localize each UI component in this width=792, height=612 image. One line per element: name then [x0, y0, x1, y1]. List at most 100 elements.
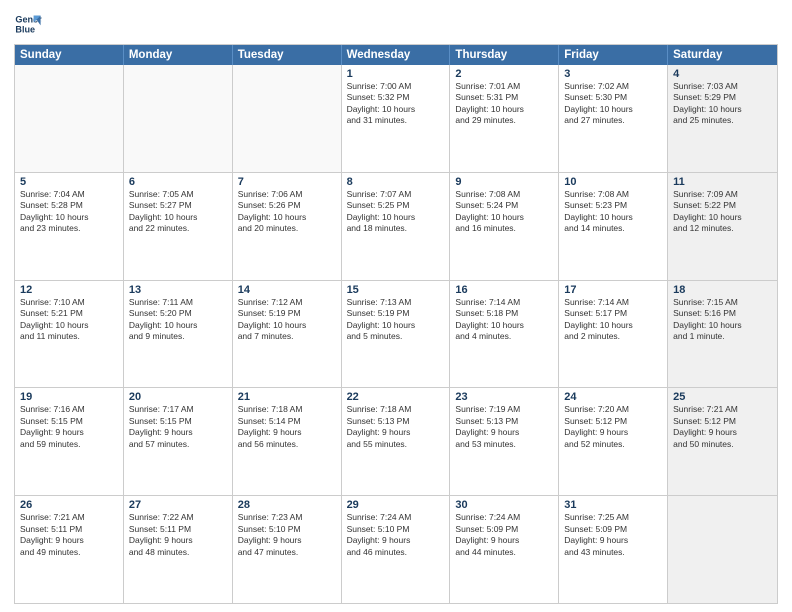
- day-cell-12: 12Sunrise: 7:10 AM Sunset: 5:21 PM Dayli…: [15, 281, 124, 388]
- day-cell-18: 18Sunrise: 7:15 AM Sunset: 5:16 PM Dayli…: [668, 281, 777, 388]
- day-number: 30: [455, 499, 553, 511]
- day-number: 5: [20, 176, 118, 188]
- day-header-friday: Friday: [559, 45, 668, 65]
- day-number: 29: [347, 499, 445, 511]
- svg-text:Blue: Blue: [15, 24, 35, 34]
- day-cell-14: 14Sunrise: 7:12 AM Sunset: 5:19 PM Dayli…: [233, 281, 342, 388]
- logo-icon: General Blue: [14, 10, 42, 38]
- day-info: Sunrise: 7:07 AM Sunset: 5:25 PM Dayligh…: [347, 189, 445, 235]
- calendar-row-3: 12Sunrise: 7:10 AM Sunset: 5:21 PM Dayli…: [15, 280, 777, 388]
- day-cell-15: 15Sunrise: 7:13 AM Sunset: 5:19 PM Dayli…: [342, 281, 451, 388]
- calendar: SundayMondayTuesdayWednesdayThursdayFrid…: [14, 44, 778, 604]
- day-info: Sunrise: 7:17 AM Sunset: 5:15 PM Dayligh…: [129, 404, 227, 450]
- day-info: Sunrise: 7:16 AM Sunset: 5:15 PM Dayligh…: [20, 404, 118, 450]
- day-cell-20: 20Sunrise: 7:17 AM Sunset: 5:15 PM Dayli…: [124, 388, 233, 495]
- day-cell-empty-4-6: [668, 496, 777, 603]
- day-cell-13: 13Sunrise: 7:11 AM Sunset: 5:20 PM Dayli…: [124, 281, 233, 388]
- day-info: Sunrise: 7:04 AM Sunset: 5:28 PM Dayligh…: [20, 189, 118, 235]
- day-number: 18: [673, 284, 772, 296]
- day-number: 20: [129, 391, 227, 403]
- day-header-wednesday: Wednesday: [342, 45, 451, 65]
- day-number: 21: [238, 391, 336, 403]
- day-cell-5: 5Sunrise: 7:04 AM Sunset: 5:28 PM Daylig…: [15, 173, 124, 280]
- day-info: Sunrise: 7:24 AM Sunset: 5:09 PM Dayligh…: [455, 512, 553, 558]
- day-number: 27: [129, 499, 227, 511]
- calendar-body: 1Sunrise: 7:00 AM Sunset: 5:32 PM Daylig…: [15, 65, 777, 603]
- day-number: 17: [564, 284, 662, 296]
- day-info: Sunrise: 7:11 AM Sunset: 5:20 PM Dayligh…: [129, 297, 227, 343]
- day-number: 24: [564, 391, 662, 403]
- header: General Blue: [14, 10, 778, 38]
- day-header-monday: Monday: [124, 45, 233, 65]
- page: General Blue SundayMondayTuesdayWednesda…: [0, 0, 792, 612]
- calendar-row-4: 19Sunrise: 7:16 AM Sunset: 5:15 PM Dayli…: [15, 387, 777, 495]
- day-info: Sunrise: 7:14 AM Sunset: 5:17 PM Dayligh…: [564, 297, 662, 343]
- day-header-tuesday: Tuesday: [233, 45, 342, 65]
- day-cell-21: 21Sunrise: 7:18 AM Sunset: 5:14 PM Dayli…: [233, 388, 342, 495]
- day-cell-2: 2Sunrise: 7:01 AM Sunset: 5:31 PM Daylig…: [450, 65, 559, 172]
- day-number: 25: [673, 391, 772, 403]
- day-number: 22: [347, 391, 445, 403]
- calendar-row-5: 26Sunrise: 7:21 AM Sunset: 5:11 PM Dayli…: [15, 495, 777, 603]
- day-info: Sunrise: 7:18 AM Sunset: 5:14 PM Dayligh…: [238, 404, 336, 450]
- day-cell-23: 23Sunrise: 7:19 AM Sunset: 5:13 PM Dayli…: [450, 388, 559, 495]
- day-cell-3: 3Sunrise: 7:02 AM Sunset: 5:30 PM Daylig…: [559, 65, 668, 172]
- day-info: Sunrise: 7:22 AM Sunset: 5:11 PM Dayligh…: [129, 512, 227, 558]
- day-cell-17: 17Sunrise: 7:14 AM Sunset: 5:17 PM Dayli…: [559, 281, 668, 388]
- day-cell-16: 16Sunrise: 7:14 AM Sunset: 5:18 PM Dayli…: [450, 281, 559, 388]
- day-cell-empty-0-0: [15, 65, 124, 172]
- day-cell-1: 1Sunrise: 7:00 AM Sunset: 5:32 PM Daylig…: [342, 65, 451, 172]
- day-info: Sunrise: 7:05 AM Sunset: 5:27 PM Dayligh…: [129, 189, 227, 235]
- day-info: Sunrise: 7:25 AM Sunset: 5:09 PM Dayligh…: [564, 512, 662, 558]
- day-info: Sunrise: 7:10 AM Sunset: 5:21 PM Dayligh…: [20, 297, 118, 343]
- day-header-saturday: Saturday: [668, 45, 777, 65]
- day-number: 9: [455, 176, 553, 188]
- day-cell-empty-0-1: [124, 65, 233, 172]
- day-cell-22: 22Sunrise: 7:18 AM Sunset: 5:13 PM Dayli…: [342, 388, 451, 495]
- day-number: 7: [238, 176, 336, 188]
- day-cell-29: 29Sunrise: 7:24 AM Sunset: 5:10 PM Dayli…: [342, 496, 451, 603]
- day-info: Sunrise: 7:08 AM Sunset: 5:23 PM Dayligh…: [564, 189, 662, 235]
- logo: General Blue: [14, 10, 44, 38]
- day-number: 8: [347, 176, 445, 188]
- day-number: 14: [238, 284, 336, 296]
- day-cell-7: 7Sunrise: 7:06 AM Sunset: 5:26 PM Daylig…: [233, 173, 342, 280]
- day-number: 6: [129, 176, 227, 188]
- day-header-sunday: Sunday: [15, 45, 124, 65]
- day-cell-28: 28Sunrise: 7:23 AM Sunset: 5:10 PM Dayli…: [233, 496, 342, 603]
- day-cell-25: 25Sunrise: 7:21 AM Sunset: 5:12 PM Dayli…: [668, 388, 777, 495]
- day-cell-30: 30Sunrise: 7:24 AM Sunset: 5:09 PM Dayli…: [450, 496, 559, 603]
- day-number: 2: [455, 68, 553, 80]
- day-number: 15: [347, 284, 445, 296]
- day-info: Sunrise: 7:23 AM Sunset: 5:10 PM Dayligh…: [238, 512, 336, 558]
- day-info: Sunrise: 7:09 AM Sunset: 5:22 PM Dayligh…: [673, 189, 772, 235]
- day-info: Sunrise: 7:03 AM Sunset: 5:29 PM Dayligh…: [673, 81, 772, 127]
- day-cell-4: 4Sunrise: 7:03 AM Sunset: 5:29 PM Daylig…: [668, 65, 777, 172]
- day-info: Sunrise: 7:18 AM Sunset: 5:13 PM Dayligh…: [347, 404, 445, 450]
- day-number: 28: [238, 499, 336, 511]
- day-number: 13: [129, 284, 227, 296]
- day-cell-11: 11Sunrise: 7:09 AM Sunset: 5:22 PM Dayli…: [668, 173, 777, 280]
- day-cell-24: 24Sunrise: 7:20 AM Sunset: 5:12 PM Dayli…: [559, 388, 668, 495]
- day-number: 1: [347, 68, 445, 80]
- day-cell-6: 6Sunrise: 7:05 AM Sunset: 5:27 PM Daylig…: [124, 173, 233, 280]
- day-info: Sunrise: 7:21 AM Sunset: 5:12 PM Dayligh…: [673, 404, 772, 450]
- day-cell-27: 27Sunrise: 7:22 AM Sunset: 5:11 PM Dayli…: [124, 496, 233, 603]
- day-info: Sunrise: 7:08 AM Sunset: 5:24 PM Dayligh…: [455, 189, 553, 235]
- day-cell-10: 10Sunrise: 7:08 AM Sunset: 5:23 PM Dayli…: [559, 173, 668, 280]
- day-number: 3: [564, 68, 662, 80]
- day-info: Sunrise: 7:19 AM Sunset: 5:13 PM Dayligh…: [455, 404, 553, 450]
- day-number: 26: [20, 499, 118, 511]
- day-info: Sunrise: 7:20 AM Sunset: 5:12 PM Dayligh…: [564, 404, 662, 450]
- day-info: Sunrise: 7:06 AM Sunset: 5:26 PM Dayligh…: [238, 189, 336, 235]
- calendar-row-1: 1Sunrise: 7:00 AM Sunset: 5:32 PM Daylig…: [15, 65, 777, 172]
- day-info: Sunrise: 7:14 AM Sunset: 5:18 PM Dayligh…: [455, 297, 553, 343]
- day-cell-26: 26Sunrise: 7:21 AM Sunset: 5:11 PM Dayli…: [15, 496, 124, 603]
- day-cell-8: 8Sunrise: 7:07 AM Sunset: 5:25 PM Daylig…: [342, 173, 451, 280]
- day-number: 11: [673, 176, 772, 188]
- day-cell-empty-0-2: [233, 65, 342, 172]
- day-number: 23: [455, 391, 553, 403]
- day-header-thursday: Thursday: [450, 45, 559, 65]
- day-number: 10: [564, 176, 662, 188]
- day-info: Sunrise: 7:21 AM Sunset: 5:11 PM Dayligh…: [20, 512, 118, 558]
